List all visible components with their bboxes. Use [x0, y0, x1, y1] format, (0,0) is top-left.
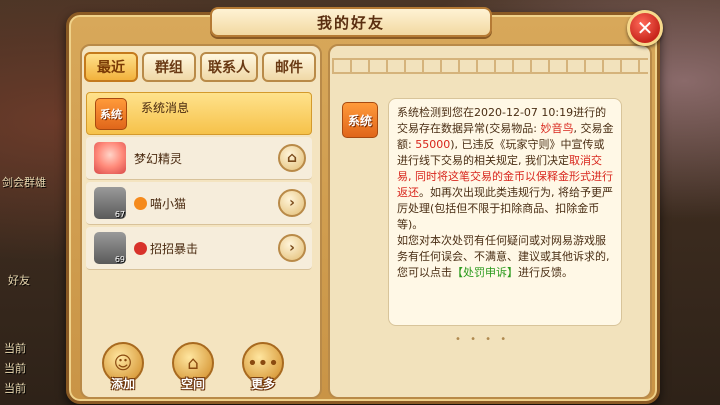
contact-name: 招招暴击	[150, 241, 199, 256]
bg-label-friends: 好友	[8, 274, 30, 287]
message-paragraph-2: 如您对本次处罚有任何疑问或对网易游戏服务有任何误会、不满意、建议或其他诉求的, …	[397, 234, 610, 279]
cat-avatar: 67	[94, 187, 126, 219]
scroll-indicator: • • • •	[455, 334, 510, 345]
contact-list: 系统 系统消息 梦幻精灵 ⌂ 67 喵小猫 › 69 招招暴击 ›	[86, 92, 312, 272]
close-icon: ✕	[636, 16, 654, 40]
home-icon[interactable]: ⌂	[278, 144, 306, 172]
close-button[interactable]: ✕	[627, 10, 663, 46]
faction-icon	[134, 196, 147, 210]
item-name: 妙音鸟	[540, 122, 574, 135]
arrow-right-icon[interactable]: ›	[278, 189, 306, 217]
tab-recent[interactable]: 最近	[84, 52, 138, 82]
contact-row-crit[interactable]: 69 招招暴击 ›	[86, 227, 312, 270]
message-paragraph-1: 系统检测到您在2020-12-07 10:19进行的交易存在数据异常(交易物品:…	[397, 106, 614, 231]
faction-icon	[134, 241, 147, 255]
beast-avatar: 69	[94, 232, 126, 264]
system-avatar: 系统	[95, 97, 127, 130]
contact-row-system[interactable]: 系统 系统消息	[86, 92, 312, 135]
sender-avatar: 系统	[342, 102, 378, 138]
contact-name: 喵小猫	[150, 196, 187, 211]
message-bubble: 系统检测到您在2020-12-07 10:19进行的交易存在数据异常(交易物品:…	[388, 98, 622, 326]
arrow-right-icon[interactable]: ›	[278, 234, 306, 262]
more-button[interactable]: ••• 更多	[240, 342, 286, 392]
level-badge: 67	[114, 210, 125, 219]
contact-row-cat[interactable]: 67 喵小猫 ›	[86, 182, 312, 225]
bg-label-current-1: 当前	[4, 342, 26, 355]
decorative-pattern	[332, 58, 648, 74]
contact-name: 梦幻精灵	[134, 151, 183, 166]
tab-contacts[interactable]: 联系人	[200, 52, 258, 82]
appeal-link[interactable]: 【处罚申诉】	[452, 266, 518, 279]
bottom-actions: ☺ 添加 ⌂ 空间 ••• 更多	[100, 342, 286, 392]
add-button[interactable]: ☺ 添加	[100, 342, 146, 392]
level-badge: 69	[114, 255, 125, 264]
trade-amount: 55000	[415, 138, 451, 151]
dialog-title-bar: 我的好友	[210, 7, 492, 37]
space-button[interactable]: ⌂ 空间	[170, 342, 216, 392]
bg-label-guild: 剑会群雄	[2, 176, 46, 189]
tab-groups[interactable]: 群组	[142, 52, 196, 82]
fairy-avatar	[94, 142, 126, 174]
tab-bar: 最近 群组 联系人 邮件	[84, 52, 316, 82]
tab-mail[interactable]: 邮件	[262, 52, 316, 82]
bg-label-current-2: 当前	[4, 362, 26, 375]
dialog-title: 我的好友	[316, 13, 385, 32]
contact-name: 系统消息	[141, 101, 190, 115]
bg-label-current-3: 当前	[4, 382, 26, 395]
contact-row-fairy[interactable]: 梦幻精灵 ⌂	[86, 137, 312, 180]
